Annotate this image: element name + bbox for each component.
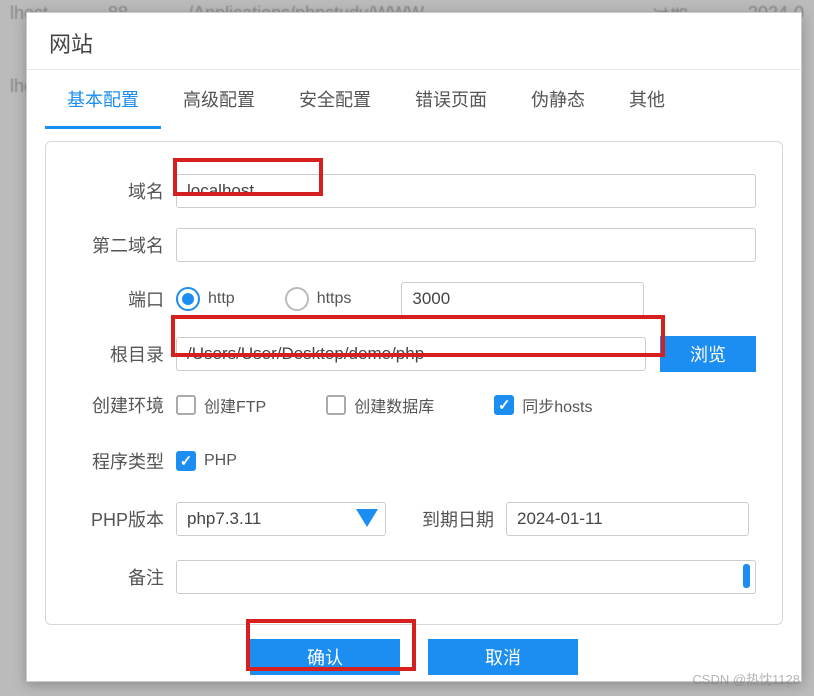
program-type-label: 程序类型 [72, 448, 164, 474]
notes-label: 备注 [72, 564, 164, 590]
tab-error-pages[interactable]: 错误页面 [393, 70, 509, 129]
create-db-checkbox[interactable]: 创建数据库 [326, 393, 434, 417]
second-domain-input[interactable] [176, 228, 756, 262]
dialog-footer: 确认 取消 [27, 631, 801, 691]
tab-basic-config[interactable]: 基本配置 [45, 70, 161, 129]
website-dialog: 网站 基本配置 高级配置 安全配置 错误页面 伪静态 其他 域名 第二域名 端口… [26, 12, 802, 682]
expiry-date-input[interactable] [506, 502, 749, 536]
php-version-input[interactable] [176, 502, 386, 536]
tab-rewrite[interactable]: 伪静态 [509, 70, 607, 129]
port-https-text: https [317, 290, 352, 308]
checkbox-icon [326, 395, 346, 415]
expiry-date-label: 到期日期 [386, 506, 494, 532]
php-version-label: PHP版本 [72, 506, 164, 532]
port-http-radio[interactable]: http [176, 287, 235, 311]
radio-icon [176, 287, 200, 311]
create-db-text: 创建数据库 [354, 393, 434, 417]
port-input[interactable] [401, 282, 644, 316]
root-dir-label: 根目录 [72, 341, 164, 367]
tabs: 基本配置 高级配置 安全配置 错误页面 伪静态 其他 [27, 70, 801, 129]
create-ftp-text: 创建FTP [204, 393, 266, 417]
sync-hosts-text: 同步hosts [522, 393, 592, 417]
watermark-text: CSDN @热忱1128 [692, 669, 800, 688]
tab-security-config[interactable]: 安全配置 [277, 70, 393, 129]
browse-button[interactable]: 浏览 [660, 336, 756, 372]
checkbox-icon [176, 451, 196, 471]
create-env-label: 创建环境 [72, 392, 164, 418]
sync-hosts-checkbox[interactable]: 同步hosts [494, 393, 592, 417]
port-https-radio[interactable]: https [285, 287, 352, 311]
tab-advanced-config[interactable]: 高级配置 [161, 70, 277, 129]
second-domain-label: 第二域名 [72, 232, 164, 258]
domain-input[interactable] [176, 174, 756, 208]
checkbox-icon [176, 395, 196, 415]
port-http-text: http [208, 290, 235, 308]
php-text: PHP [204, 452, 237, 470]
form-panel: 域名 第二域名 端口 http https 根目录 浏览 创建环境 [45, 141, 783, 625]
tab-other[interactable]: 其他 [607, 70, 687, 129]
root-dir-input[interactable] [176, 337, 646, 371]
radio-icon [285, 287, 309, 311]
port-label: 端口 [72, 286, 164, 312]
create-ftp-checkbox[interactable]: 创建FTP [176, 393, 266, 417]
php-checkbox[interactable]: PHP [176, 451, 237, 471]
domain-label: 域名 [72, 178, 164, 204]
confirm-button[interactable]: 确认 [250, 639, 400, 675]
php-version-select[interactable] [176, 502, 386, 536]
checkbox-icon [494, 395, 514, 415]
cancel-button[interactable]: 取消 [428, 639, 578, 675]
dialog-title: 网站 [27, 13, 801, 70]
notes-input[interactable] [176, 560, 756, 594]
scrollbar-handle[interactable] [743, 564, 750, 588]
